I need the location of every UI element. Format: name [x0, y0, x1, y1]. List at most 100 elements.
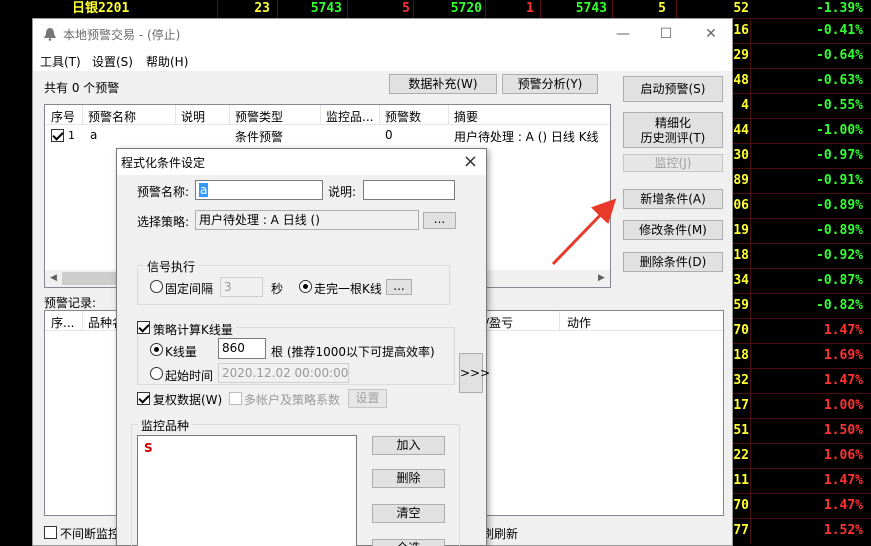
col-desc[interactable]: 说明	[181, 108, 205, 125]
col-type[interactable]: 预警类型	[235, 108, 283, 125]
quote-row[interactable]: 89 -0.91%	[733, 168, 871, 194]
row-count: 0	[385, 128, 393, 142]
quote-row[interactable]: 18 -0.92%	[733, 243, 871, 269]
quote-row[interactable]: 77 1.52%	[733, 518, 871, 544]
row-checkbox[interactable]	[51, 129, 64, 142]
fixed-interval-radio[interactable]	[150, 280, 163, 293]
quote-row[interactable]: 70 1.47%	[733, 318, 871, 344]
quote-row-change: 1.47%	[823, 373, 863, 388]
condition-dialog: 程式化条件设定 × 预警名称: a 说明: 选择策略: 用户待处理 : A 日线…	[116, 148, 490, 546]
monitor-add-button[interactable]: 加入	[372, 436, 445, 455]
quote-row[interactable]: 06 -0.89%	[733, 193, 871, 219]
table-row[interactable]: 1 a 条件预警 0 用户待处理 : A () 日线 K线	[45, 126, 610, 144]
col-summary[interactable]: 摘要	[454, 108, 478, 125]
quote-row-change: 1.69%	[823, 348, 863, 363]
quote-row-change: 1.50%	[823, 423, 863, 438]
interval-input[interactable]: 3	[220, 277, 263, 297]
quote-row-change: -0.97%	[816, 148, 863, 163]
kline-count-checkbox[interactable]	[137, 321, 150, 334]
quote-row-change: -0.55%	[816, 98, 863, 113]
kline-count-label: K线量	[165, 345, 197, 359]
start-time-radio[interactable]	[150, 367, 163, 380]
menu-settings[interactable]: 设置(S)	[92, 53, 133, 70]
quote-row[interactable]: 4 -0.55%	[733, 93, 871, 119]
quote-row[interactable]: 48 -0.63%	[733, 68, 871, 94]
quote-v6: 5743	[575, 1, 607, 16]
monitor-button[interactable]: 监控(J)	[623, 154, 723, 172]
kline-count-radio[interactable]	[150, 343, 163, 356]
scroll-right-icon[interactable]: ▶	[593, 270, 610, 287]
kline-period-button[interactable]: ...	[386, 279, 412, 295]
quote-right-columns: 16 -0.41% 29 -0.64% 48 -0.63% 4 -0.55% 44 -1.00% 3…	[733, 18, 871, 546]
col-count[interactable]: 预警数	[385, 108, 421, 125]
quote-row[interactable]: 59 -0.82%	[733, 293, 871, 319]
quote-row[interactable]: 18 1.69%	[733, 343, 871, 369]
bell-icon	[43, 27, 57, 44]
quote-row[interactable]: 44 -1.00%	[733, 118, 871, 144]
rec-col-action[interactable]: 动作	[567, 314, 591, 331]
minimize-icon[interactable]: —	[608, 23, 638, 45]
desc-label: 说明:	[328, 185, 357, 199]
quote-row-code: 70	[733, 498, 749, 513]
continuous-monitor-label: 不间断监控	[60, 527, 121, 541]
alert-analysis-button[interactable]: 预警分析(Y)	[502, 74, 598, 94]
scroll-left-icon[interactable]: ◀	[45, 270, 62, 287]
adjusted-data-checkbox[interactable]	[137, 392, 150, 405]
quote-row[interactable]: 22 1.06%	[733, 443, 871, 469]
close-icon[interactable]: ✕	[696, 23, 726, 45]
quote-row-change: 1.47%	[823, 323, 863, 338]
dialog-titlebar[interactable]: 程式化条件设定 ×	[117, 149, 486, 175]
kline-count-input[interactable]: 860	[218, 338, 266, 359]
monitor-clear-button[interactable]: 清空	[372, 504, 445, 523]
quote-row[interactable]: 17 1.00%	[733, 393, 871, 419]
quote-row[interactable]: 16 -0.41%	[733, 18, 871, 44]
multi-account-settings-button[interactable]: 设置	[348, 389, 387, 408]
close-icon[interactable]: ×	[463, 151, 478, 172]
monitor-list[interactable]: S	[137, 435, 357, 546]
quote-row[interactable]: 51 1.50%	[733, 418, 871, 444]
maximize-icon[interactable]: ☐	[651, 23, 681, 45]
quote-row[interactable]: 29 -0.64%	[733, 43, 871, 69]
quote-row[interactable]: 32 1.47%	[733, 368, 871, 394]
continuous-monitor-checkbox[interactable]	[44, 526, 57, 539]
quote-v3: 5	[402, 1, 410, 16]
quote-row[interactable]: 19 -0.89%	[733, 218, 871, 244]
data-fill-button[interactable]: 数据补充(W)	[389, 74, 497, 94]
start-time-input[interactable]: 2020.12.02 00:00:00	[218, 363, 349, 383]
quote-name: 日银2201	[72, 1, 130, 16]
fixed-interval-label: 固定间隔	[165, 282, 214, 296]
quote-row[interactable]: 34 -0.87%	[733, 268, 871, 294]
menu-help[interactable]: 帮助(H)	[146, 53, 188, 70]
quote-row[interactable]: 11 1.47%	[733, 468, 871, 494]
edit-condition-button[interactable]: 修改条件(M)	[623, 220, 723, 240]
refine-eval-button[interactable]: 精细化 历史测评(T)	[623, 112, 723, 148]
alert-name-input[interactable]: a	[195, 180, 323, 200]
quote-header-row: 日银2201 23 5743 5 5720 1 5743 5 52 -1.39%	[0, 0, 871, 18]
expand-button[interactable]: >>>	[459, 353, 490, 393]
delete-condition-button[interactable]: 删除条件(D)	[623, 252, 723, 272]
col-index[interactable]: 序号	[51, 108, 75, 125]
quote-row[interactable]: 70 1.47%	[733, 493, 871, 519]
multi-account-checkbox[interactable]	[229, 392, 242, 405]
monitor-remove-button[interactable]: 删除	[372, 469, 445, 488]
monitor-select-all-button[interactable]: 全选	[372, 539, 445, 546]
start-time-label: 起始时间	[165, 369, 214, 383]
monitor-item[interactable]: S	[144, 441, 153, 455]
quote-row-code: 18	[733, 248, 749, 263]
col-monitor[interactable]: 监控品...	[326, 108, 373, 125]
start-alert-button[interactable]: 启动预警(S)	[623, 76, 723, 102]
quote-row-code: 18	[733, 348, 749, 363]
col-name[interactable]: 预警名称	[88, 108, 136, 125]
rec-col-pnl[interactable]: /盈亏	[485, 314, 513, 331]
window-titlebar[interactable]: 本地预警交易 - (停止) — ☐ ✕	[33, 19, 732, 49]
quote-row[interactable]: 30 -0.97%	[733, 143, 871, 169]
desc-input[interactable]	[363, 180, 455, 200]
menu-tools[interactable]: 工具(T)	[40, 53, 81, 70]
strategy-browse-button[interactable]: ...	[423, 212, 456, 229]
after-kline-radio[interactable]	[299, 280, 312, 293]
adjusted-data-label: 复权数据(W)	[153, 393, 223, 407]
quote-row-code: 06	[733, 198, 749, 213]
add-condition-button[interactable]: 新增条件(A)	[623, 189, 723, 209]
rec-col-index[interactable]: 序...	[51, 314, 74, 331]
strategy-field[interactable]: 用户待处理 : A 日线 ()	[195, 210, 419, 230]
